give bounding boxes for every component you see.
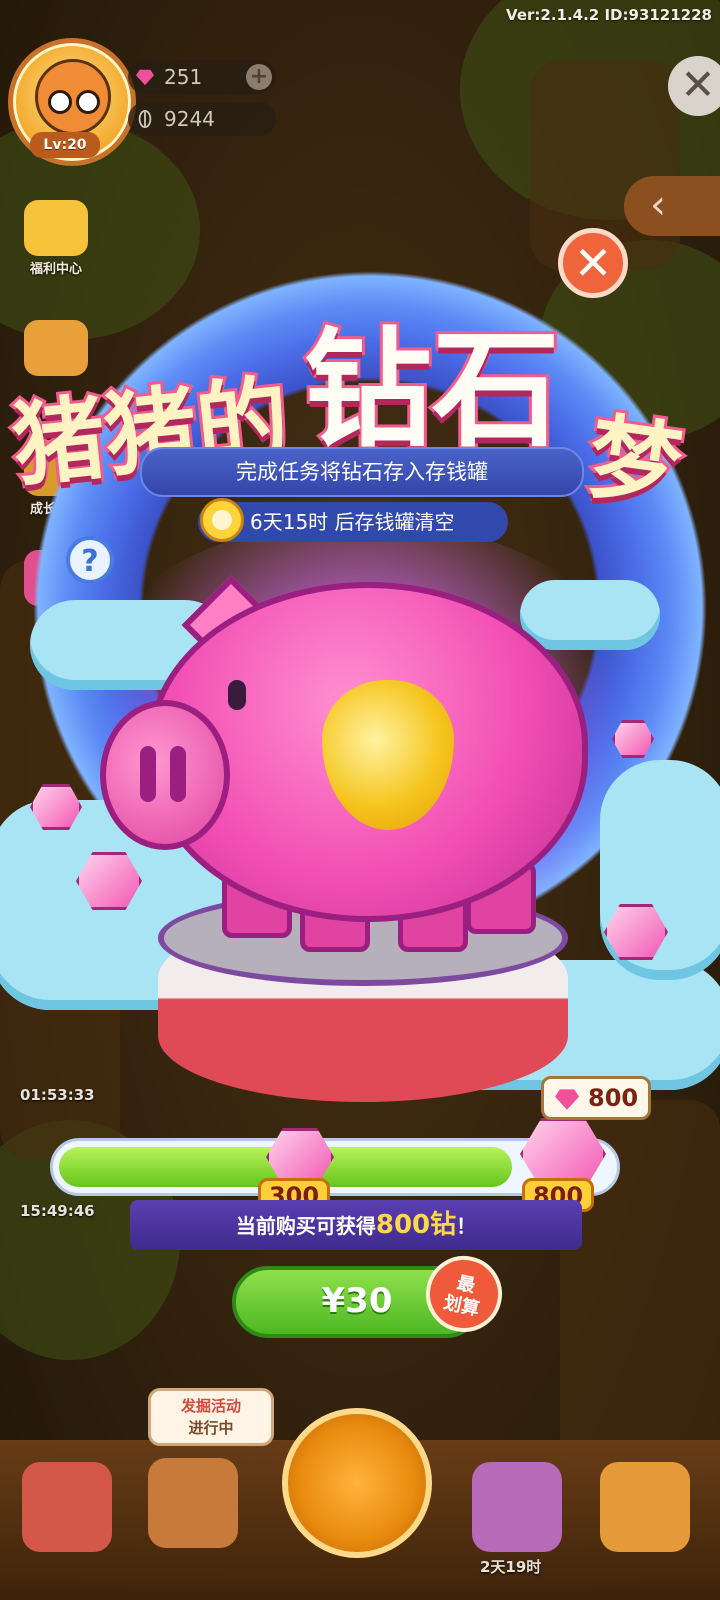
countdown-banner: 6天15时 后存钱罐清空 xyxy=(198,502,508,542)
title-part-diamond: 钻石 xyxy=(301,313,563,468)
seed-icon xyxy=(138,110,152,128)
add-diamond-button[interactable]: + xyxy=(246,64,272,90)
version-label: Ver:2.1.4.2 ID:93121228 xyxy=(506,6,712,24)
tree-button[interactable] xyxy=(472,1462,562,1552)
top-close-button[interactable]: ✕ xyxy=(668,56,720,116)
reward-text-value: 800钻 xyxy=(375,1210,457,1240)
seed-count: 9244 xyxy=(164,107,215,131)
pig-eye xyxy=(228,680,246,710)
subtitle-banner: 完成任务将钻石存入存钱罐 xyxy=(140,447,584,497)
main-acorn-button[interactable] xyxy=(282,1408,432,1558)
pig-snout xyxy=(100,700,230,850)
dig-event-button[interactable] xyxy=(148,1458,238,1548)
title-part-dream: 梦 xyxy=(579,400,691,525)
side-timer-1: 01:53:33 xyxy=(20,1086,95,1104)
seed-counter: 9244 xyxy=(128,102,276,136)
help-button[interactable]: ? xyxy=(66,536,114,584)
clock-icon xyxy=(200,498,244,542)
diamond-count: 251 xyxy=(164,65,203,89)
reward-ribbon: 当前购买可获得800钻！ xyxy=(130,1200,582,1250)
back-button[interactable]: ‹ xyxy=(624,176,720,236)
fox-avatar-icon xyxy=(35,59,111,135)
side-timer-2: 15:49:46 xyxy=(20,1202,95,1220)
popup-close-button[interactable]: ✕ xyxy=(558,228,628,298)
shop-button[interactable] xyxy=(22,1462,112,1552)
event-bubble: 发掘活动 进行中 xyxy=(148,1388,274,1446)
player-level: Lv:20 xyxy=(30,132,100,158)
event-line2: 进行中 xyxy=(188,1419,234,1437)
reward-text-suffix: ！ xyxy=(456,1214,477,1238)
reward-text-prefix: 当前购买可获得 xyxy=(235,1214,376,1238)
event-line1: 发掘活动 xyxy=(180,1397,241,1415)
home-button[interactable] xyxy=(600,1462,690,1552)
max-diamond-bubble: 800 xyxy=(541,1076,651,1120)
diamond-icon xyxy=(136,69,154,86)
nav-timer: 2天19时 xyxy=(480,1558,542,1576)
diamond-counter: 251 + xyxy=(128,60,276,94)
diamond-icon xyxy=(555,1089,579,1110)
cloud-right-top xyxy=(520,580,660,650)
max-diamond-bubble-value: 800 xyxy=(588,1084,639,1112)
